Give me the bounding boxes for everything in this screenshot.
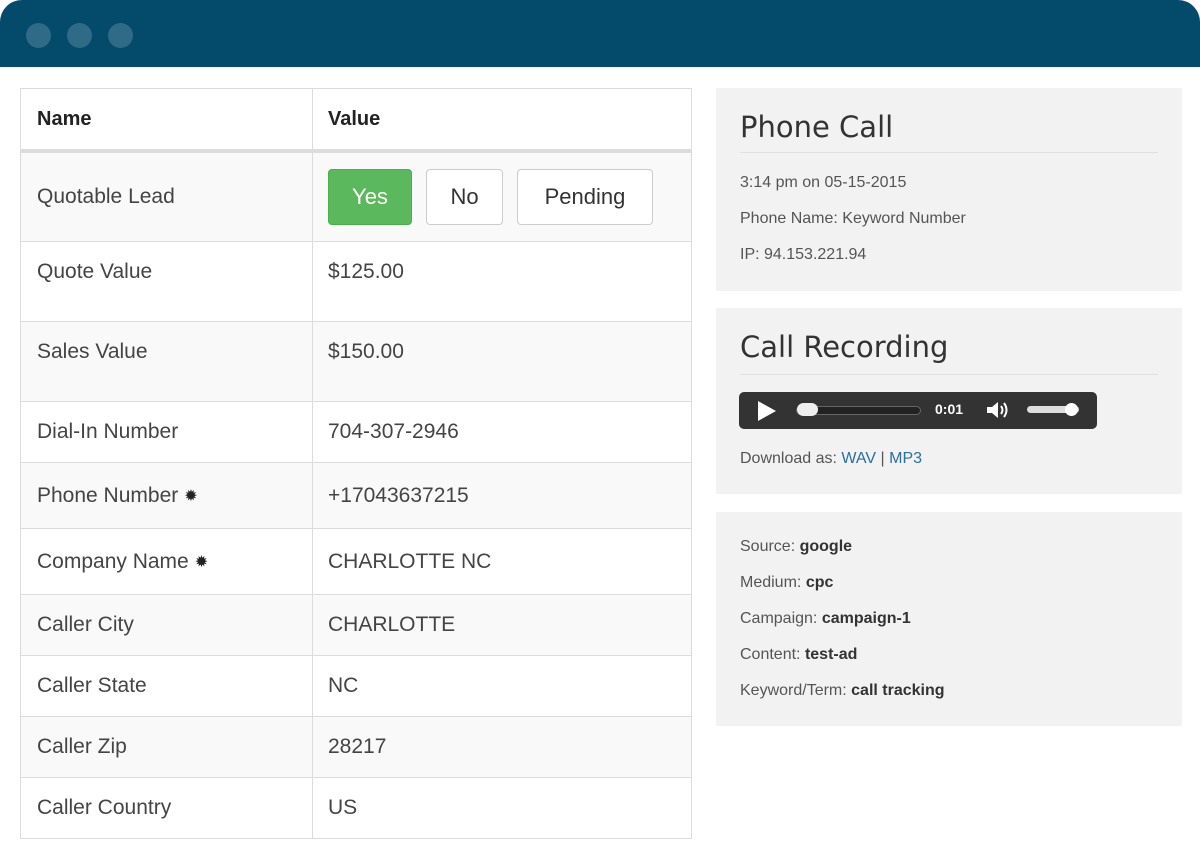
caller-city-label: Caller City xyxy=(37,613,134,636)
table-row: Company Name ✹ CHARLOTTE NC xyxy=(21,528,691,594)
caller-state-label: Caller State xyxy=(37,674,147,697)
caller-city: CHARLOTTE xyxy=(328,613,456,636)
caller-country-label: Caller Country xyxy=(37,796,172,819)
required-star-icon: ✹ xyxy=(194,553,209,571)
campaign-value: campaign-1 xyxy=(821,610,911,627)
table-header-row: Name Value xyxy=(21,89,691,152)
divider xyxy=(740,152,1158,153)
company-name: CHARLOTTE NC xyxy=(328,549,492,573)
campaign-line: Campaign: campaign-1 xyxy=(740,610,911,628)
progress-handle[interactable] xyxy=(797,403,818,416)
download-label: Download as: xyxy=(740,450,837,467)
caller-state: NC xyxy=(328,674,359,697)
quotable-lead-label: Quotable Lead xyxy=(37,185,175,208)
audio-player: 0:01 xyxy=(739,392,1097,429)
no-button[interactable]: No xyxy=(426,169,503,225)
window-close-dot[interactable] xyxy=(26,23,51,48)
campaign-label: Campaign: xyxy=(740,610,818,627)
table-row: Caller Country US xyxy=(21,777,691,838)
window-titlebar xyxy=(0,0,1200,67)
quotable-lead-button-group: Yes No Pending xyxy=(328,169,653,225)
sales-value-label: Sales Value xyxy=(37,340,148,363)
source-line: Source: google xyxy=(740,538,852,556)
table-row: Caller State NC xyxy=(21,655,691,716)
company-name-label: Company Name xyxy=(37,549,189,573)
source-value: google xyxy=(799,538,853,555)
call-recording-panel: Call Recording 0:01 Download as: WAV | M… xyxy=(716,308,1182,494)
download-row: Download as: WAV | MP3 xyxy=(740,450,922,468)
keyword-line: Keyword/Term: call tracking xyxy=(740,682,945,700)
table-row: Quote Value $125.00 xyxy=(21,241,691,321)
content-line: Content: test-ad xyxy=(740,646,857,664)
divider xyxy=(740,374,1158,375)
medium-label: Medium: xyxy=(740,574,802,591)
value-column-header: Value xyxy=(328,107,381,130)
content-label: Content: xyxy=(740,646,801,663)
volume-handle[interactable] xyxy=(1065,403,1078,416)
window-minimize-dot[interactable] xyxy=(67,23,92,48)
caller-country: US xyxy=(328,796,358,819)
call-timestamp: 3:14 pm on 05-15-2015 xyxy=(740,174,907,191)
yes-button[interactable]: Yes xyxy=(328,169,412,225)
download-wav-link[interactable]: WAV xyxy=(841,450,876,467)
name-column-header: Name xyxy=(37,107,92,130)
download-mp3-link[interactable]: MP3 xyxy=(889,450,922,467)
phone-number-label: Phone Number xyxy=(37,483,179,507)
table-row: Caller City CHARLOTTE xyxy=(21,594,691,655)
required-star-icon: ✹ xyxy=(184,487,198,505)
window-maximize-dot[interactable] xyxy=(108,23,133,48)
quote-value: $125.00 xyxy=(328,260,404,283)
keyword-value: call tracking xyxy=(851,682,945,699)
playback-time: 0:01 xyxy=(935,401,964,417)
download-separator: | xyxy=(880,450,885,467)
call-recording-title: Call Recording xyxy=(740,330,949,364)
pending-button[interactable]: Pending xyxy=(517,169,653,225)
caller-zip-label: Caller Zip xyxy=(37,735,127,758)
dial-in-number: 704-307-2946 xyxy=(328,420,459,443)
keyword-label: Keyword/Term: xyxy=(740,682,847,699)
medium-value: cpc xyxy=(805,574,834,591)
play-icon[interactable] xyxy=(758,401,776,421)
table-row: Phone Number ✹ +17043637215 xyxy=(21,462,691,528)
table-row: Dial-In Number 704-307-2946 xyxy=(21,401,691,462)
volume-icon[interactable] xyxy=(985,400,1013,420)
phone-number: +17043637215 xyxy=(328,483,469,507)
dial-in-number-label: Dial-In Number xyxy=(37,420,179,443)
quotable-lead-row: Quotable Lead Yes No Pending xyxy=(21,152,691,241)
source-label: Source: xyxy=(740,538,796,555)
content-value: test-ad xyxy=(804,646,858,663)
table-row: Sales Value $150.00 xyxy=(21,321,691,401)
sales-value: $150.00 xyxy=(328,340,404,363)
phone-call-panel: Phone Call 3:14 pm on 05-15-2015 Phone N… xyxy=(716,88,1182,291)
quote-value-label: Quote Value xyxy=(37,260,153,283)
table-row: Caller Zip 28217 xyxy=(21,716,691,777)
phone-name: Phone Name: Keyword Number xyxy=(740,210,966,227)
attribution-panel: Source: google Medium: cpc Campaign: cam… xyxy=(716,512,1182,726)
ip-address: IP: 94.153.221.94 xyxy=(740,246,867,263)
lead-details-table: Name Value Quotable Lead Yes No Pending … xyxy=(20,88,692,839)
phone-call-title: Phone Call xyxy=(740,110,894,144)
caller-zip: 28217 xyxy=(328,735,387,758)
medium-line: Medium: cpc xyxy=(740,574,833,592)
